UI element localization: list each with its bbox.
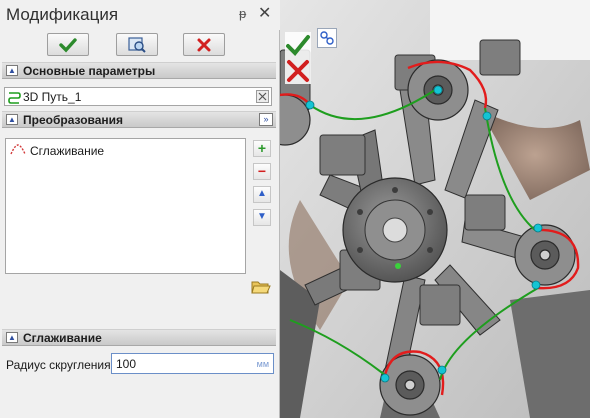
list-item[interactable]: Сглаживание <box>10 143 104 159</box>
grab-icon <box>320 31 334 45</box>
remove-transform-button[interactable]: − <box>253 163 271 180</box>
engine-model-render <box>280 0 590 418</box>
radius-label: Радиус скругления: <box>6 358 114 372</box>
move-up-button[interactable]: ▲ <box>253 186 271 203</box>
preview-button[interactable] <box>116 33 158 56</box>
3d-viewport[interactable] <box>280 0 590 418</box>
panel-titlebar: Модификация ᵽ ✕ <box>0 0 280 30</box>
check-icon <box>59 37 77 52</box>
cancel-icon <box>287 60 309 82</box>
collapse-icon[interactable]: ▲ <box>6 332 18 343</box>
add-transform-button[interactable]: + <box>253 140 271 157</box>
collapse-icon[interactable]: ▲ <box>6 65 18 76</box>
clear-icon <box>258 92 267 101</box>
check-icon <box>286 35 310 56</box>
open-folder-button[interactable] <box>251 279 271 295</box>
close-icon[interactable]: ✕ <box>258 3 271 23</box>
path-field[interactable]: 3D Путь_1 <box>4 87 272 106</box>
main-params-title: Основные параметры <box>23 64 156 78</box>
cancel-icon <box>197 38 211 51</box>
radius-value: 100 <box>116 357 137 371</box>
folder-icon <box>251 281 271 294</box>
smoothing-title: Сглаживание <box>23 331 102 345</box>
radius-unit: мм <box>256 359 269 369</box>
radius-input[interactable]: 100 мм <box>111 353 274 374</box>
smoothing-icon <box>10 144 26 155</box>
preview-icon <box>128 36 146 53</box>
transforms-title: Преобразования <box>23 113 124 127</box>
ok-button[interactable] <box>47 33 89 56</box>
path-value: 3D Путь_1 <box>23 90 82 104</box>
modification-panel: Модификация ᵽ ✕ ▲ Основные параметры 3D … <box>0 0 280 418</box>
smoothing-header[interactable]: ▲ Сглаживание <box>2 329 276 346</box>
transforms-header[interactable]: ▲ Преобразования » <box>2 111 276 128</box>
viewport-cancel-button[interactable] <box>285 58 311 84</box>
move-down-button[interactable]: ▼ <box>253 209 271 226</box>
clear-path-button[interactable] <box>256 90 269 103</box>
pin-icon[interactable]: ᵽ <box>239 6 246 21</box>
panel-toolbar <box>0 30 280 60</box>
list-item-label: Сглаживание <box>30 144 105 158</box>
cancel-button[interactable] <box>183 33 225 56</box>
collapse-icon[interactable]: ▲ <box>6 114 18 125</box>
viewport-confirm-button[interactable] <box>285 32 311 58</box>
panel-title: Модификация <box>6 5 119 24</box>
expand-icon[interactable]: » <box>259 113 273 126</box>
viewport-grab-button[interactable] <box>317 28 337 48</box>
main-params-header[interactable]: ▲ Основные параметры <box>2 62 276 79</box>
path-icon <box>8 92 21 104</box>
transforms-list: Сглаживание <box>5 138 246 274</box>
